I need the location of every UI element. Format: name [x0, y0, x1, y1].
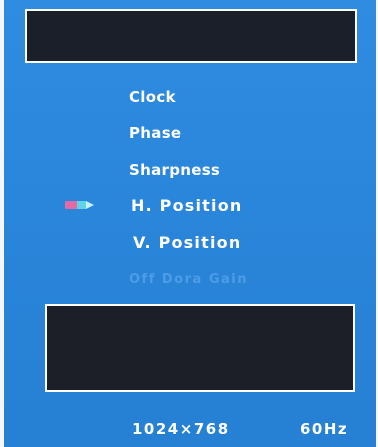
- menu-item-clock[interactable]: Clock: [129, 88, 176, 106]
- menu-item-sharpness[interactable]: Sharpness: [129, 161, 220, 179]
- resolution-readout: 1024×768: [132, 420, 230, 438]
- menu-item-disabled: Off Dora Gain: [129, 272, 248, 287]
- osd-menu-panel: Clock Phase Sharpness H. Position V. Pos…: [4, 0, 376, 447]
- refresh-rate-readout: 60Hz: [300, 420, 349, 438]
- menu-item-h-position[interactable]: H. Position: [131, 196, 242, 215]
- preview-display-box: [45, 304, 355, 392]
- pencil-cursor-icon: [65, 201, 94, 209]
- menu-item-phase[interactable]: Phase: [129, 124, 181, 142]
- menu-item-v-position[interactable]: V. Position: [133, 233, 241, 252]
- title-display-box: [25, 9, 357, 63]
